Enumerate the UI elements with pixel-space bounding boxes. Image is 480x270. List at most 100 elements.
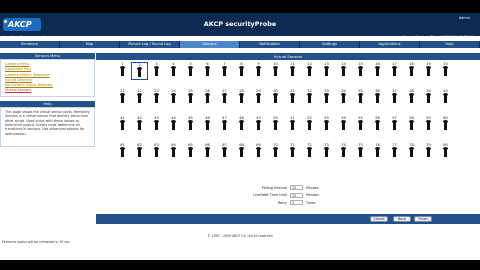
- virtual-sensor-cell[interactable]: 21: [114, 89, 131, 107]
- virtual-sensor-cell[interactable]: 64: [165, 143, 182, 161]
- virtual-sensor-cell[interactable]: 31: [284, 89, 301, 107]
- virtual-sensor-cell[interactable]: 4: [165, 62, 182, 80]
- sensor-probe-icon: [392, 93, 397, 103]
- virtual-sensor-cell[interactable]: 69: [250, 143, 267, 161]
- virtual-sensor-cell[interactable]: 74: [335, 143, 352, 161]
- virtual-sensor-cell[interactable]: 61: [114, 143, 131, 161]
- virtual-sensor-cell[interactable]: 19: [420, 62, 437, 80]
- virtual-sensor-cell[interactable]: 33: [318, 89, 335, 107]
- tab-help[interactable]: Help: [420, 41, 480, 48]
- tab-sensors[interactable]: Sensors: [180, 41, 240, 48]
- virtual-sensor-cell[interactable]: 30: [267, 89, 284, 107]
- virtual-sensor-cell[interactable]: 75: [352, 143, 369, 161]
- virtual-sensor-cell[interactable]: 9: [250, 62, 267, 80]
- virtual-sensor-cell[interactable]: 1: [114, 62, 131, 80]
- virtual-sensor-cell[interactable]: 80: [437, 143, 454, 161]
- virtual-sensor-cell[interactable]: 18: [403, 62, 420, 80]
- virtual-sensor-cell[interactable]: 68: [233, 143, 250, 161]
- virtual-sensor-cell[interactable]: 78: [403, 143, 420, 161]
- tab-settings[interactable]: Settings: [300, 41, 360, 48]
- virtual-sensor-cell[interactable]: 72: [301, 143, 318, 161]
- virtual-sensor-cell[interactable]: 22: [131, 89, 148, 107]
- virtual-sensor-cell[interactable]: 44: [165, 116, 182, 134]
- virtual-sensor-cell[interactable]: 45: [182, 116, 199, 134]
- virtual-sensor-cell[interactable]: 55: [352, 116, 369, 134]
- tab-picture-log[interactable]: Picture Log / Sound Log: [120, 41, 180, 48]
- tab-notification[interactable]: Notification: [240, 41, 300, 48]
- virtual-sensor-cell[interactable]: 67: [216, 143, 233, 161]
- virtual-sensor-cell[interactable]: 50: [267, 116, 284, 134]
- live-wait-input[interactable]: 10: [290, 192, 303, 198]
- virtual-sensor-cell[interactable]: 7: [216, 62, 233, 80]
- copyright-footer: © 1997 - 2009 AKCP Co. Ltd All reserved: [207, 234, 273, 238]
- virtual-sensor-cell[interactable]: 37: [386, 89, 403, 107]
- virtual-sensor-cell[interactable]: 58: [403, 116, 420, 134]
- virtual-sensor-cell[interactable]: 28: [233, 89, 250, 107]
- virtual-sensor-cell[interactable]: 79: [420, 143, 437, 161]
- virtual-sensor-cell[interactable]: 39: [420, 89, 437, 107]
- virtual-sensor-cell[interactable]: 13: [318, 62, 335, 80]
- virtual-sensor-cell[interactable]: 36: [369, 89, 386, 107]
- virtual-sensor-cell[interactable]: 15: [352, 62, 369, 80]
- sensor-probe-icon: [375, 93, 380, 103]
- virtual-sensor-cell[interactable]: 27: [216, 89, 233, 107]
- virtual-sensor-cell[interactable]: 62: [131, 143, 148, 161]
- virtual-sensor-cell[interactable]: 51: [284, 116, 301, 134]
- virtual-sensor-cell[interactable]: 11: [284, 62, 301, 80]
- virtual-sensor-cell[interactable]: 17: [386, 62, 403, 80]
- virtual-sensor-cell[interactable]: 12: [301, 62, 318, 80]
- virtual-sensor-cell[interactable]: 26: [199, 89, 216, 107]
- virtual-sensor-cell[interactable]: 29: [250, 89, 267, 107]
- tab-map[interactable]: Map: [60, 41, 120, 48]
- virtual-sensor-cell[interactable]: 14: [335, 62, 352, 80]
- retry-input[interactable]: 3: [290, 200, 303, 206]
- virtual-sensor-cell[interactable]: 43: [148, 116, 165, 134]
- virtual-sensor-cell[interactable]: 59: [420, 116, 437, 134]
- virtual-sensor-cell[interactable]: 57: [386, 116, 403, 134]
- virtual-sensor-cell[interactable]: 10: [267, 62, 284, 80]
- virtual-sensor-cell[interactable]: 40: [437, 89, 454, 107]
- sidebar-item-virtual-sensors[interactable]: Virtual Sensors: [5, 88, 90, 93]
- virtual-sensor-cell[interactable]: 6: [199, 62, 216, 80]
- virtual-sensor-cell[interactable]: 73: [318, 143, 335, 161]
- virtual-sensor-cell[interactable]: 42: [131, 116, 148, 134]
- finish-button[interactable]: Finish: [414, 216, 432, 222]
- virtual-sensor-cell[interactable]: 2: [131, 62, 148, 80]
- polling-interval-input[interactable]: 10: [290, 185, 303, 191]
- virtual-sensor-cell[interactable]: 35: [352, 89, 369, 107]
- virtual-sensor-cell[interactable]: 71: [284, 143, 301, 161]
- virtual-sensor-cell[interactable]: 49: [250, 116, 267, 134]
- virtual-sensor-cell[interactable]: 34: [335, 89, 352, 107]
- virtual-sensor-cell[interactable]: 25: [182, 89, 199, 107]
- virtual-sensor-cell[interactable]: 16: [369, 62, 386, 80]
- virtual-sensor-cell[interactable]: 56: [369, 116, 386, 134]
- sensor-probe-icon: [290, 93, 295, 103]
- virtual-sensor-cell[interactable]: 52: [301, 116, 318, 134]
- virtual-sensor-cell[interactable]: 76: [369, 143, 386, 161]
- virtual-sensor-cell[interactable]: 77: [386, 143, 403, 161]
- cancel-button[interactable]: Cancel: [370, 216, 388, 222]
- virtual-sensor-cell[interactable]: 70: [267, 143, 284, 161]
- virtual-sensor-cell[interactable]: 47: [216, 116, 233, 134]
- tab-summary[interactable]: Summary: [0, 41, 60, 48]
- virtual-sensor-cell[interactable]: 5: [182, 62, 199, 80]
- virtual-sensor-cell[interactable]: 38: [403, 89, 420, 107]
- tab-applications[interactable]: Applications: [360, 41, 420, 48]
- admin-link[interactable]: Admin: [459, 16, 470, 20]
- virtual-sensor-cell[interactable]: 65: [182, 143, 199, 161]
- virtual-sensor-cell[interactable]: 48: [233, 116, 250, 134]
- virtual-sensor-cell[interactable]: 60: [437, 116, 454, 134]
- back-button[interactable]: Back: [393, 216, 411, 222]
- virtual-sensor-cell[interactable]: 23: [148, 89, 165, 107]
- virtual-sensor-cell[interactable]: 24: [165, 89, 182, 107]
- virtual-sensor-cell[interactable]: 3: [148, 62, 165, 80]
- virtual-sensor-cell[interactable]: 8: [233, 62, 250, 80]
- virtual-sensor-cell[interactable]: 66: [199, 143, 216, 161]
- virtual-sensor-cell[interactable]: 46: [199, 116, 216, 134]
- virtual-sensor-cell[interactable]: 32: [301, 89, 318, 107]
- virtual-sensor-cell[interactable]: 54: [335, 116, 352, 134]
- virtual-sensor-cell[interactable]: 20: [437, 62, 454, 80]
- virtual-sensor-cell[interactable]: 53: [318, 116, 335, 134]
- virtual-sensor-cell[interactable]: 63: [148, 143, 165, 161]
- virtual-sensor-cell[interactable]: 41: [114, 116, 131, 134]
